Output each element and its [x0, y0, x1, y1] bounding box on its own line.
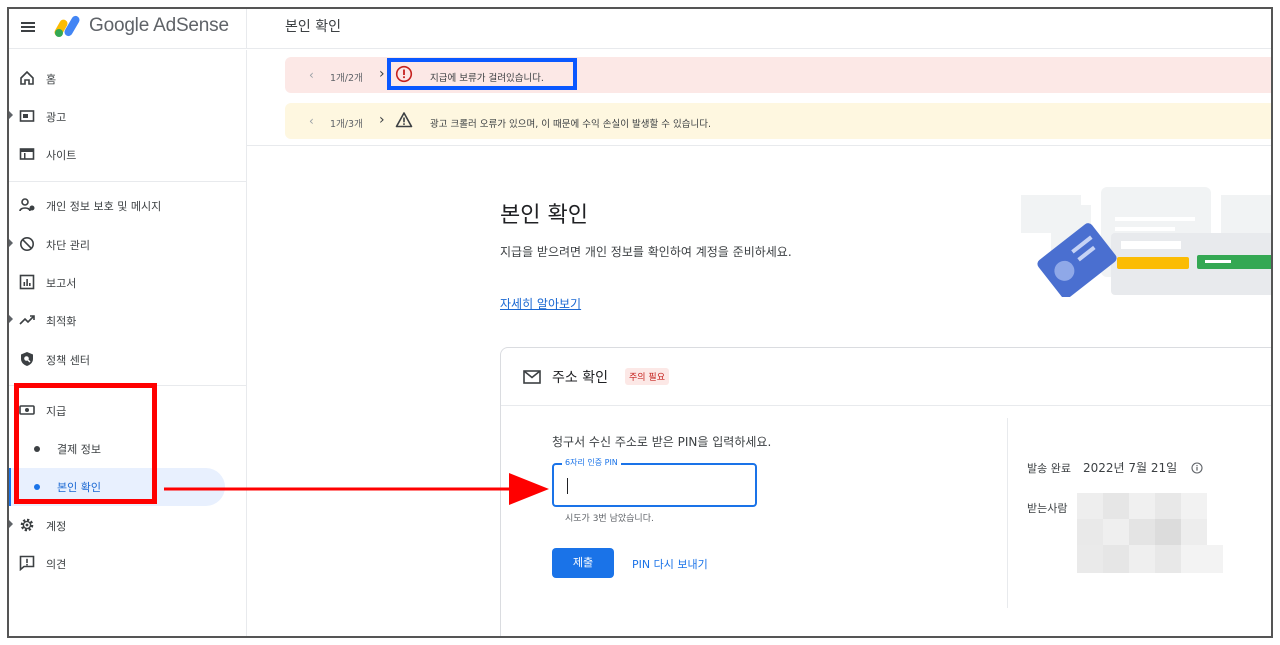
sidebar-item-reports[interactable]: 보고서: [9, 266, 247, 298]
status-badge: 주의 필요: [625, 368, 669, 385]
card-title: 주소 확인: [552, 370, 608, 386]
gear-icon: [20, 518, 34, 532]
sidebar-item-label: 정책 센터: [46, 354, 90, 367]
expand-arrow-icon[interactable]: [9, 520, 13, 528]
home-icon: [20, 70, 34, 85]
resend-pin-link[interactable]: PIN 다시 보내기: [632, 556, 708, 572]
info-icon[interactable]: [1191, 462, 1203, 474]
sent-date: 2022년 7월 21일: [1083, 461, 1178, 475]
sidebar-divider: [9, 181, 247, 182]
sidebar-item-label: 홈: [46, 73, 57, 86]
menu-icon[interactable]: [18, 17, 38, 37]
crawler-warning-banner[interactable]: ‹ 1개/3개 › 광고 크롤러 오류가 있으며, 이 때문에 수익 손실이 발…: [285, 103, 1271, 139]
content-divider: [247, 145, 1271, 146]
block-icon: [20, 237, 34, 251]
sidebar-item-label: 사이트: [46, 149, 77, 162]
optimization-icon: [19, 315, 35, 325]
page-description: 지급을 받으려면 개인 정보를 확인하여 계정을 준비하세요.: [500, 245, 792, 259]
recipient-address-redacted: [1077, 493, 1223, 573]
sent-label: 발송 완료: [1027, 462, 1071, 475]
ads-icon: [19, 110, 35, 122]
text-cursor: [567, 478, 568, 494]
recipient-label: 받는사람: [1027, 502, 1068, 515]
banner-message[interactable]: 광고 크롤러 오류가 있으며, 이 때문에 수익 손실이 발생할 수 있습니다.: [430, 116, 711, 130]
id-card-illustration: [1021, 187, 1271, 297]
page-title: 본인 확인: [285, 19, 341, 35]
expand-arrow-icon[interactable]: [9, 315, 13, 323]
learn-more-link[interactable]: 자세히 알아보기: [500, 295, 581, 312]
sidebar-item-policy[interactable]: 정책 센터: [9, 343, 247, 375]
reports-icon: [19, 274, 35, 290]
adsense-logo-icon[interactable]: [53, 13, 83, 39]
warning-icon: [395, 112, 413, 128]
active-indicator: [9, 468, 11, 506]
card-vertical-divider: [1007, 418, 1008, 608]
policy-icon: [21, 352, 33, 366]
mail-icon: [523, 370, 541, 384]
expand-arrow-icon[interactable]: [9, 111, 13, 119]
sites-icon: [19, 148, 35, 160]
sidebar-item-home[interactable]: 홈: [9, 62, 247, 94]
annotation-red-arrow: [164, 473, 549, 505]
sidebar-item-optimization[interactable]: 최적화: [9, 304, 247, 336]
pin-helper-text: 시도가 3번 남았습니다.: [565, 514, 654, 524]
sidebar-item-label: 차단 관리: [46, 239, 90, 252]
pin-input[interactable]: 6자리 인증 PIN: [552, 457, 757, 507]
header-divider: [246, 9, 247, 49]
annotation-red-box: [14, 383, 157, 504]
sidebar-item-blocking[interactable]: 차단 관리: [9, 228, 247, 260]
sidebar-item-label: 보고서: [46, 277, 77, 290]
sidebar-item-ads[interactable]: 광고: [9, 100, 247, 132]
pin-instruction: 청구서 수신 주소로 받은 PIN을 입력하세요.: [552, 435, 772, 449]
sidebar-item-feedback[interactable]: 의견: [9, 547, 247, 579]
sidebar-item-label: 개인 정보 보호 및 메시지: [46, 200, 162, 213]
next-chevron-icon[interactable]: ›: [379, 112, 385, 128]
card-divider: [501, 405, 1271, 406]
prev-chevron-icon[interactable]: ‹: [309, 68, 314, 82]
submit-button[interactable]: 제출: [552, 548, 614, 578]
annotation-blue-box: [387, 58, 577, 90]
sidebar-item-label: 최적화: [46, 315, 77, 328]
page-heading: 본인 확인: [500, 203, 588, 228]
feedback-icon: [19, 555, 35, 571]
pin-input-label: 6자리 인증 PIN: [562, 457, 621, 468]
top-bar: Google AdSense 본인 확인: [9, 9, 1271, 49]
sidebar-item-label: 광고: [46, 111, 67, 124]
prev-chevron-icon[interactable]: ‹: [309, 114, 314, 128]
sidebar-item-account[interactable]: 계정: [9, 509, 247, 541]
privacy-icon: [19, 198, 35, 212]
address-verification-card: 주소 확인 주의 필요 청구서 수신 주소로 받은 PIN을 입력하세요. 6자…: [500, 347, 1271, 636]
app-window: Google AdSense 본인 확인 홈 광고 사이트 개인 정보 보호 및…: [7, 7, 1273, 638]
sidebar-item-sites[interactable]: 사이트: [9, 138, 247, 170]
sidebar: 홈 광고 사이트 개인 정보 보호 및 메시지 차단 관리 보고서 최적화 정책…: [9, 50, 247, 636]
sidebar-item-label: 의견: [46, 558, 67, 571]
sidebar-item-privacy[interactable]: 개인 정보 보호 및 메시지: [9, 189, 247, 221]
logo-text[interactable]: Google AdSense: [89, 15, 229, 37]
banner-count: 1개/2개: [330, 73, 363, 84]
sidebar-item-label: 계정: [46, 520, 67, 533]
next-chevron-icon[interactable]: ›: [379, 66, 385, 82]
banner-count: 1개/3개: [330, 119, 363, 130]
expand-arrow-icon[interactable]: [9, 239, 13, 247]
